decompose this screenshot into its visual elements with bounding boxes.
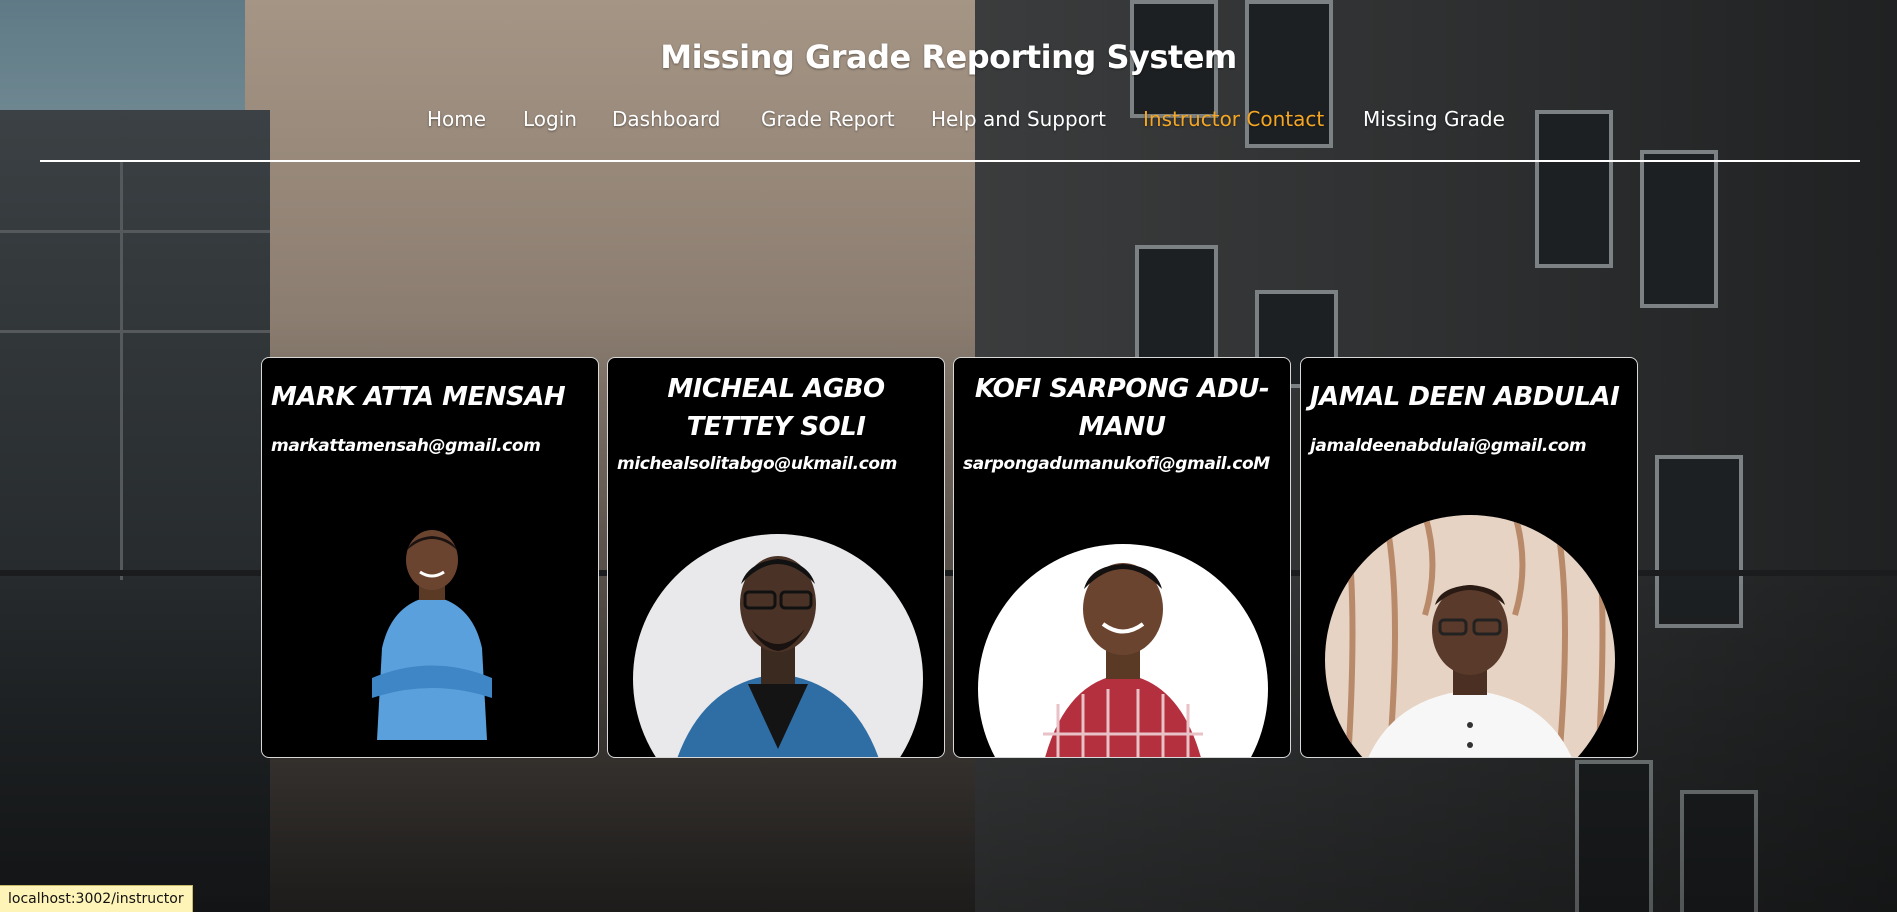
nav-link-login[interactable]: Login: [523, 107, 577, 131]
instructor-photo: [978, 544, 1268, 757]
main-nav: Home Login Dashboard Grade Report Help a…: [0, 107, 1897, 137]
instructor-email[interactable]: sarpongadumanukofi@gmail.coM: [963, 454, 1286, 474]
instructor-photo: [633, 534, 923, 757]
instructor-name: JAMAL DEEN ABDULAI: [1310, 382, 1620, 412]
nav-link-home[interactable]: Home: [427, 107, 486, 131]
instructor-email[interactable]: jamaldeenabdulai@gmail.com: [1310, 436, 1633, 456]
status-bar-url: localhost:3002/instructor: [0, 885, 193, 912]
instructor-name: MICHEAL AGBO TETTEY SOLI: [667, 374, 885, 442]
instructor-name: KOFI SARPONG ADU-MANU: [974, 374, 1270, 442]
nav-link-missing-grade[interactable]: Missing Grade: [1363, 107, 1505, 131]
instructor-photo: [357, 528, 507, 740]
instructor-card: MARK ATTA MENSAH markattamensah@gmail.co…: [261, 357, 599, 758]
page-title: Missing Grade Reporting System: [660, 38, 1237, 76]
nav-link-grade-report[interactable]: Grade Report: [761, 107, 895, 131]
instructor-card: MICHEAL AGBO TETTEY SOLI michealsolitabg…: [607, 357, 945, 758]
instructor-photo: [1325, 515, 1615, 757]
header-divider: [40, 160, 1860, 162]
nav-link-dashboard[interactable]: Dashboard: [612, 107, 721, 131]
nav-link-help-and-support[interactable]: Help and Support: [931, 107, 1106, 131]
instructor-card: JAMAL DEEN ABDULAI jamaldeenabdulai@gmai…: [1300, 357, 1638, 758]
instructor-card: KOFI SARPONG ADU-MANU sarpongadumanukofi…: [953, 357, 1291, 758]
nav-link-instructor-contact[interactable]: Instructor Contact: [1143, 107, 1324, 131]
instructor-email[interactable]: markattamensah@gmail.com: [271, 436, 594, 456]
instructor-email[interactable]: michealsolitabgo@ukmail.com: [617, 454, 940, 474]
instructor-name: MARK ATTA MENSAH: [271, 382, 566, 412]
